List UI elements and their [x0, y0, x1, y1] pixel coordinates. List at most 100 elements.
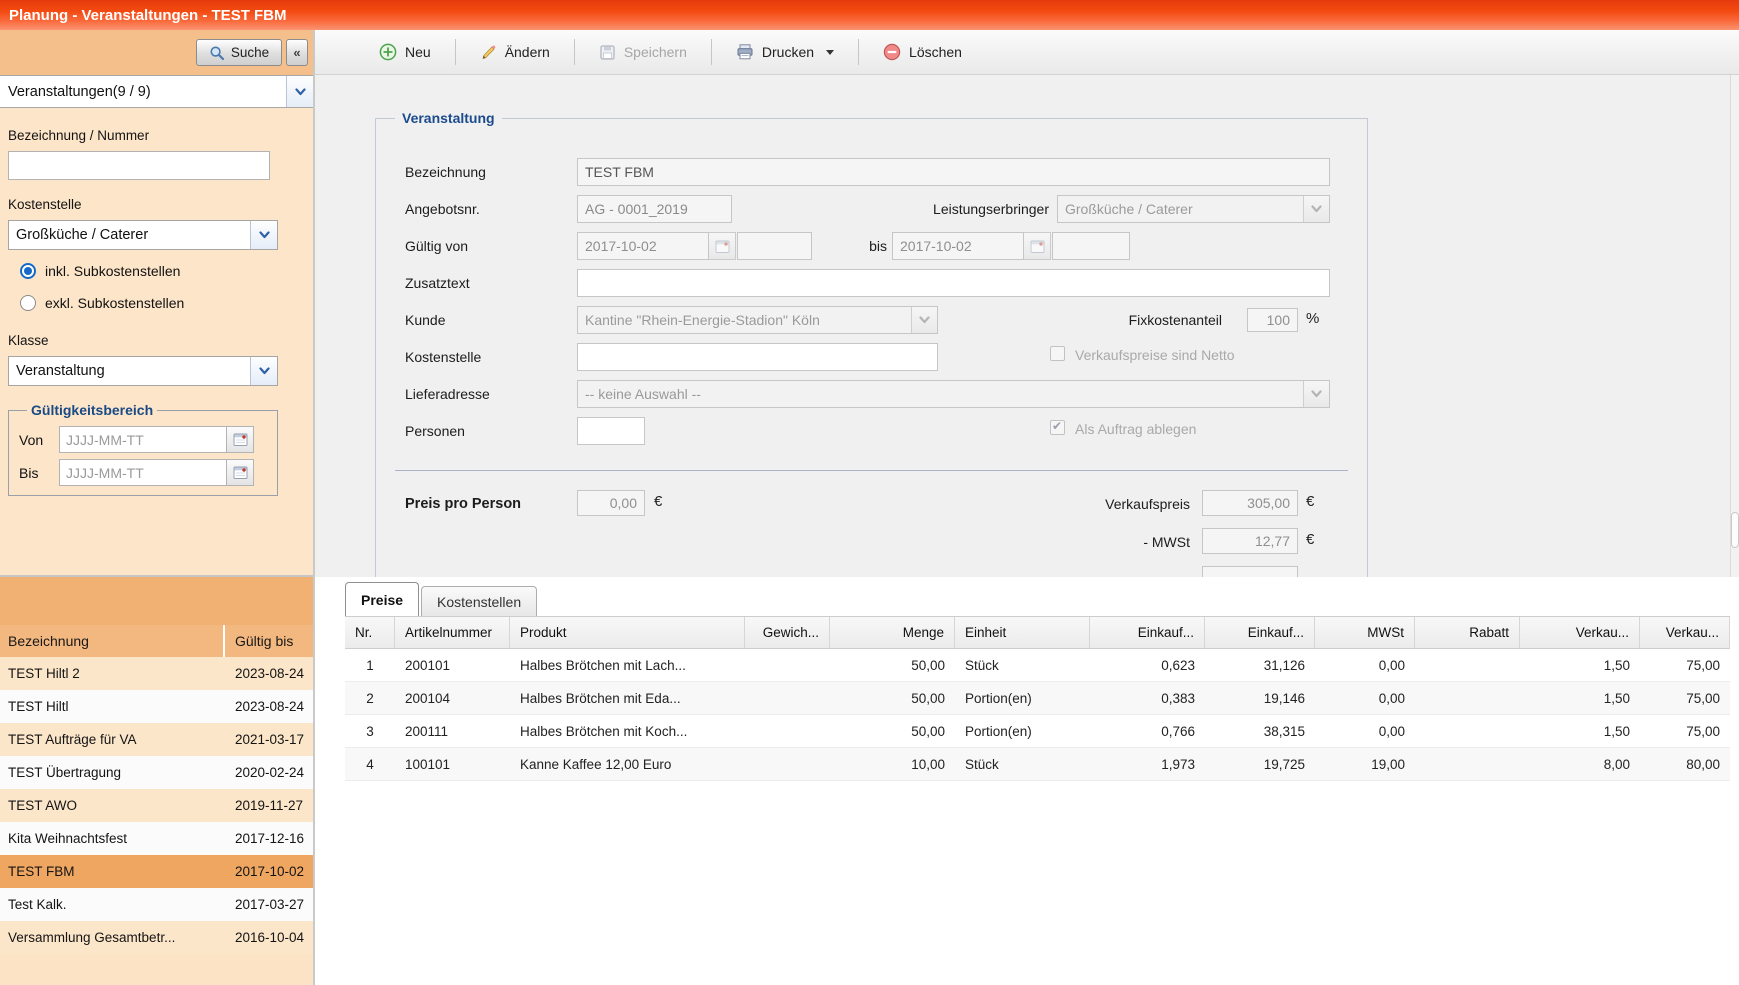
cell-einkauf-2: 38,315 — [1205, 715, 1315, 747]
search-button[interactable]: Suche — [196, 39, 282, 66]
list-item[interactable]: TEST Aufträge für VA 2021-03-17 — [0, 723, 313, 756]
radio-exkl-subkostenstellen[interactable]: exkl. Subkostenstellen — [20, 295, 305, 311]
calendar-icon[interactable] — [709, 232, 736, 260]
gueltig-bis-zeit-input[interactable] — [1052, 232, 1130, 260]
lieferadresse-select[interactable]: -- keine Auswahl -- — [577, 380, 1330, 408]
table-row[interactable]: 2 200104 Halbes Brötchen mit Eda... 50,0… — [345, 682, 1730, 715]
gueltig-bis-date[interactable] — [892, 232, 1051, 260]
col-artikelnummer[interactable]: Artikelnummer — [395, 617, 510, 648]
aendern-label: Ändern — [505, 44, 550, 60]
collapse-sidebar-button[interactable]: « — [286, 39, 308, 66]
toolbar-separator — [858, 39, 859, 65]
cell-gewicht — [745, 682, 830, 714]
cell-rabatt — [1415, 715, 1520, 747]
calendar-icon[interactable] — [227, 426, 254, 453]
pencil-icon — [480, 44, 497, 61]
list-item[interactable]: TEST Hiltl 2 2023-08-24 — [0, 657, 313, 690]
angebotsnr-input[interactable] — [577, 195, 732, 223]
list-item[interactable]: TEST Hiltl 2023-08-24 — [0, 690, 313, 723]
klasse-label: Klasse — [8, 333, 305, 348]
chevron-down-icon[interactable] — [1303, 381, 1329, 407]
bezeichnung-nummer-input[interactable] — [8, 151, 270, 180]
neu-button[interactable]: Neu — [371, 38, 439, 66]
form-scrollbar-track[interactable] — [1730, 75, 1739, 577]
gueltig-bis-input[interactable] — [892, 232, 1024, 260]
preis-pro-person-label: Preis pro Person — [405, 496, 521, 512]
auftrag-checkbox-checked[interactable] — [1050, 420, 1065, 435]
col-mwst[interactable]: MWSt — [1315, 617, 1415, 648]
scope-select[interactable]: Veranstaltungen(9 / 9) — [0, 75, 313, 108]
verkaufspreis-input[interactable] — [1202, 490, 1298, 516]
tab-kostenstellen[interactable]: Kostenstellen — [421, 586, 537, 616]
col-verkauf-1[interactable]: Verkau... — [1520, 617, 1640, 648]
event-name: Test Kalk. — [0, 897, 225, 912]
gueltig-von-input[interactable] — [577, 232, 709, 260]
radio-selected-icon[interactable] — [20, 263, 36, 279]
radio-inkl-subkostenstellen[interactable]: inkl. Subkostenstellen — [20, 263, 305, 279]
bezeichnung-nummer-label: Bezeichnung / Nummer — [8, 128, 305, 143]
list-item[interactable]: Versammlung Gesamtbetr... 2016-10-04 — [0, 921, 313, 954]
cell-artikelnummer: 200111 — [395, 715, 510, 747]
col-nr[interactable]: Nr. — [345, 617, 395, 648]
tab-preise-label: Preise — [361, 592, 403, 608]
chevron-down-icon[interactable] — [911, 307, 937, 333]
event-list-col-gueltig-bis[interactable]: Gültig bis — [225, 625, 313, 657]
chevron-down-icon[interactable] — [250, 221, 277, 249]
gueltig-von-zeit-input[interactable] — [737, 232, 812, 260]
table-row[interactable]: 4 100101 Kanne Kaffee 12,00 Euro 10,00 S… — [345, 748, 1730, 781]
kostenstelle-filter-select[interactable]: Großküche / Caterer — [8, 220, 278, 250]
table-row[interactable]: 1 200101 Halbes Brötchen mit Lach... 50,… — [345, 649, 1730, 682]
price-table: Nr. Artikelnummer Produkt Gewich... Meng… — [345, 616, 1730, 781]
list-item[interactable]: Test Kalk. 2017-03-27 — [0, 888, 313, 921]
mwst-input[interactable] — [1202, 528, 1298, 554]
col-rabatt[interactable]: Rabatt — [1415, 617, 1520, 648]
col-menge[interactable]: Menge — [830, 617, 955, 648]
netto-checkbox[interactable] — [1050, 346, 1065, 361]
fixkostenanteil-input[interactable] — [1247, 308, 1298, 332]
search-button-label: Suche — [231, 45, 269, 60]
chevron-down-icon[interactable] — [250, 357, 277, 385]
kunde-select[interactable]: Kantine "Rhein-Energie-Stadion" Köln — [577, 306, 938, 334]
list-item-selected[interactable]: TEST FBM 2017-10-02 — [0, 855, 313, 888]
preis-pro-person-input[interactable] — [577, 490, 645, 516]
col-gewicht[interactable]: Gewich... — [745, 617, 830, 648]
cell-menge: 50,00 — [830, 649, 955, 681]
col-einkauf-2[interactable]: Einkauf... — [1205, 617, 1315, 648]
cell-nr: 1 — [345, 649, 395, 681]
col-einheit[interactable]: Einheit — [955, 617, 1090, 648]
personen-input[interactable] — [577, 417, 645, 445]
event-valid-until: 2021-03-17 — [225, 732, 313, 747]
radio-unselected-icon[interactable] — [20, 295, 36, 311]
event-list-col-bezeichnung[interactable]: Bezeichnung — [0, 625, 225, 657]
list-item[interactable]: TEST Übertragung 2020-02-24 — [0, 756, 313, 789]
bis-label: bis — [853, 238, 887, 254]
calendar-icon[interactable] — [1024, 232, 1051, 260]
clipped-price-input[interactable] — [1202, 566, 1298, 577]
bis-date-input[interactable] — [59, 459, 227, 486]
drucken-button[interactable]: Drucken — [728, 38, 842, 66]
bezeichnung-input[interactable] — [577, 158, 1330, 186]
col-einkauf-1[interactable]: Einkauf... — [1090, 617, 1205, 648]
list-item[interactable]: TEST AWO 2019-11-27 — [0, 789, 313, 822]
leistungserbringer-select[interactable]: Großküche / Caterer — [1057, 195, 1330, 223]
form-scrollbar-thumb[interactable] — [1731, 512, 1739, 548]
col-produkt[interactable]: Produkt — [510, 617, 745, 648]
kostenstelle-input[interactable] — [577, 343, 938, 371]
chevron-down-icon[interactable] — [286, 76, 313, 107]
calendar-icon[interactable] — [227, 459, 254, 486]
zusatztext-input[interactable] — [577, 269, 1330, 297]
col-verkauf-2[interactable]: Verkau... — [1640, 617, 1730, 648]
von-date-input[interactable] — [59, 426, 227, 453]
gueltig-von-date[interactable] — [577, 232, 736, 260]
chevron-down-icon[interactable] — [1303, 196, 1329, 222]
event-list-band — [0, 577, 313, 625]
klasse-select[interactable]: Veranstaltung — [8, 356, 278, 386]
speichern-button[interactable]: Speichern — [591, 39, 695, 66]
list-item[interactable]: Kita Weihnachtsfest 2017-12-16 — [0, 822, 313, 855]
loeschen-button[interactable]: Löschen — [875, 38, 970, 66]
main-toolbar: Neu Ändern Speichern Drucken — [315, 30, 1739, 75]
aendern-button[interactable]: Ändern — [472, 39, 558, 66]
table-row[interactable]: 3 200111 Halbes Brötchen mit Koch... 50,… — [345, 715, 1730, 748]
tab-preise[interactable]: Preise — [345, 582, 419, 616]
dropdown-caret-icon[interactable] — [826, 50, 834, 55]
